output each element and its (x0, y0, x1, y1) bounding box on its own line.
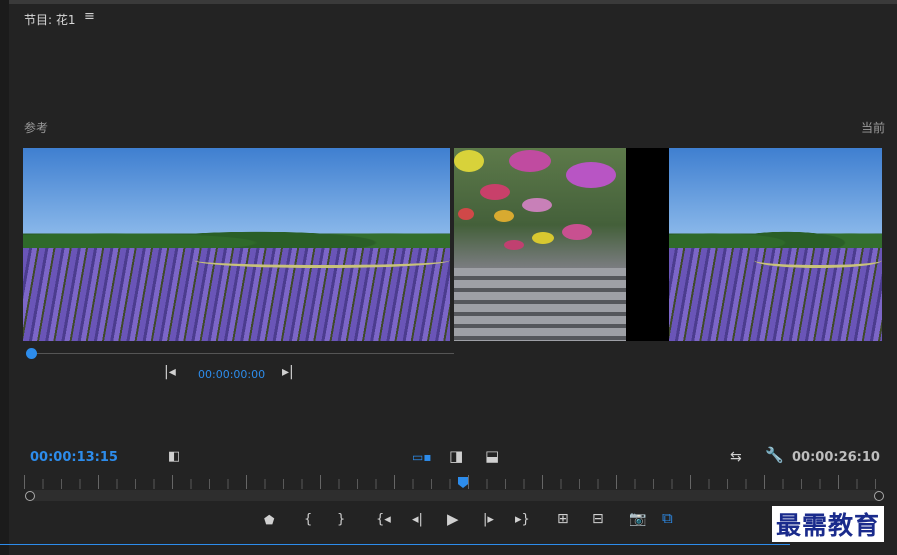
step-back-icon[interactable]: ◂| (412, 513, 423, 526)
reference-timecode[interactable]: 00:00:00:00 (198, 368, 265, 381)
reference-label: 参考 (24, 121, 49, 135)
go-to-in-icon[interactable]: {◂ (376, 513, 391, 526)
zoom-handle-left[interactable] (25, 491, 35, 501)
extract-icon[interactable]: ⊟ (592, 512, 604, 526)
zoom-handle-right[interactable] (874, 491, 884, 501)
mark-out-icon[interactable]: } (337, 513, 345, 526)
mark-in-icon[interactable]: { (304, 513, 312, 526)
go-to-in-icon[interactable]: |◂ (164, 365, 176, 379)
current-label: 当前 (860, 121, 885, 135)
marker-icon[interactable]: ⬟ (264, 514, 274, 526)
compare-icon[interactable]: ◧ (168, 450, 180, 463)
reference-scrubber-track[interactable] (31, 353, 454, 354)
reference-scrubber-handle[interactable] (26, 348, 37, 359)
export-frame-icon[interactable]: 📷 (629, 512, 646, 526)
step-forward-icon[interactable]: |▸ (483, 513, 494, 526)
swap-icon[interactable]: ⇆ (730, 450, 742, 464)
watermark: 最需教育 (772, 506, 885, 542)
current-frame (669, 148, 882, 341)
duration-timecode: 00:00:26:10 (792, 450, 880, 465)
time-ruler-major-ticks (24, 475, 884, 489)
current-timecode[interactable]: 00:00:13:15 (30, 450, 118, 465)
lift-icon[interactable]: ⊞ (557, 512, 569, 526)
go-to-out-icon[interactable]: ▸| (282, 365, 294, 379)
reference-frame (23, 148, 450, 341)
letterbox-bar (626, 148, 669, 341)
left-edge (0, 0, 9, 555)
comparison-view-icon[interactable]: ⧉ (662, 511, 673, 526)
timeline-scroll-bar[interactable] (30, 490, 879, 501)
hamburger-icon[interactable]: ≡ (84, 9, 95, 24)
top-border (0, 0, 897, 4)
go-to-out-icon[interactable]: ▸} (515, 513, 530, 526)
play-icon[interactable]: ▶ (447, 512, 459, 527)
program-frame (454, 148, 626, 341)
panel-title[interactable]: 节目: 花1 (24, 11, 76, 28)
vertical-split-icon[interactable]: ◨ (449, 449, 463, 464)
wrench-icon[interactable]: 🔧 (765, 448, 784, 463)
side-by-side-icon[interactable]: ▭▪ (412, 451, 431, 463)
horizontal-split-icon[interactable]: ⬓ (485, 449, 499, 464)
panel-focus-line (0, 544, 790, 545)
